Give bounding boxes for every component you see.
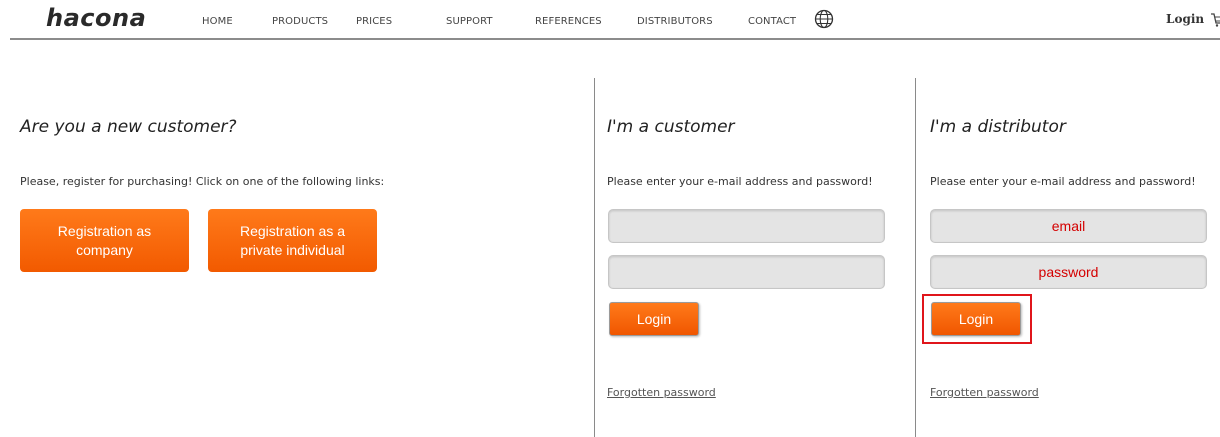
globe-icon[interactable] — [814, 9, 834, 29]
register-private-label-line1: Registration as a — [239, 222, 346, 239]
distributor-email-input[interactable] — [930, 209, 1207, 243]
distributor-heading: I'm a distributor — [930, 117, 1066, 137]
customer-forgot-password-link[interactable]: Forgotten password — [607, 386, 716, 399]
customer-login-text: Please enter your e-mail address and pas… — [607, 175, 873, 188]
nav-contact[interactable]: CONTACT — [748, 16, 796, 27]
new-customer-text: Please, register for purchasing! Click o… — [20, 175, 385, 188]
header-login-link[interactable]: Login — [1166, 12, 1204, 26]
distributor-login-button[interactable]: Login — [931, 302, 1021, 336]
customer-password-input[interactable] — [608, 255, 885, 289]
nav-support[interactable]: SUPPORT — [446, 16, 493, 27]
register-company-label-line2: company — [76, 241, 133, 258]
hacona-logo[interactable]: hacona — [46, 4, 146, 32]
distributor-password-input[interactable] — [930, 255, 1207, 289]
new-customer-heading: Are you a new customer? — [20, 117, 237, 137]
customer-login-button[interactable]: Login — [609, 302, 699, 336]
site-header: hacona HOME PRODUCTS PRICES SUPPORT REFE… — [0, 0, 1220, 40]
nav-home[interactable]: HOME — [202, 16, 233, 27]
cart-icon[interactable] — [1210, 12, 1220, 28]
column-divider — [915, 78, 916, 437]
nav-references[interactable]: REFERENCES — [535, 16, 602, 27]
register-private-label-line2: private individual — [240, 241, 345, 258]
header-divider — [10, 38, 1220, 40]
nav-prices[interactable]: PRICES — [356, 16, 392, 27]
register-private-button[interactable]: Registration as a private individual — [208, 209, 377, 272]
register-company-label-line1: Registration as — [57, 222, 152, 239]
nav-products[interactable]: PRODUCTS — [272, 16, 328, 27]
distributor-login-text: Please enter your e-mail address and pas… — [930, 175, 1196, 188]
column-divider — [594, 78, 595, 437]
nav-distributors[interactable]: DISTRIBUTORS — [637, 16, 713, 27]
register-company-button[interactable]: Registration as company — [20, 209, 189, 272]
customer-heading: I'm a customer — [607, 117, 735, 137]
customer-email-input[interactable] — [608, 209, 885, 243]
distributor-forgot-password-link[interactable]: Forgotten password — [930, 386, 1039, 399]
